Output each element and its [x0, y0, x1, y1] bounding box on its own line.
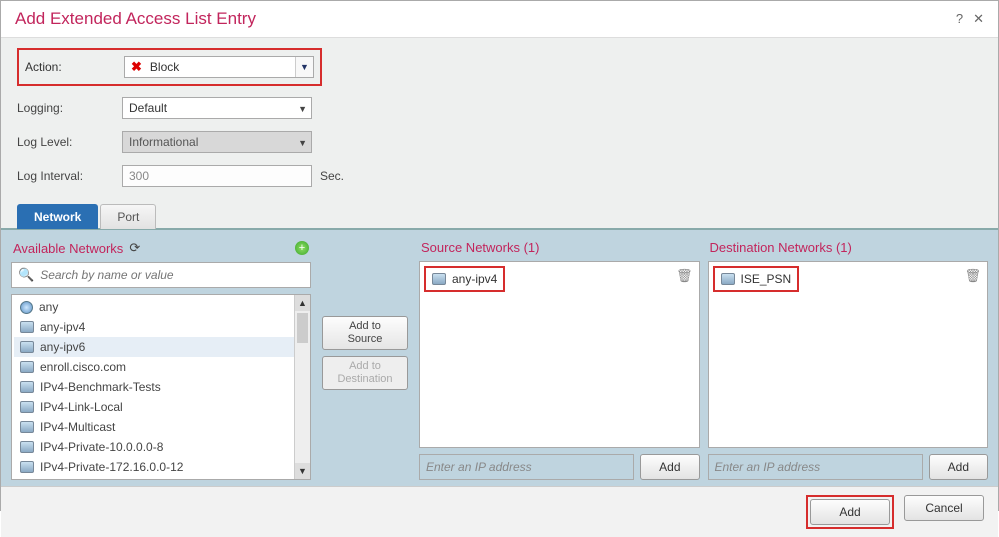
add-button[interactable]: Add [810, 499, 890, 525]
footer: Add Cancel [1, 486, 998, 537]
destination-add-ip-button[interactable]: Add [929, 454, 988, 480]
scroll-down-icon[interactable]: ▼ [295, 463, 310, 479]
dialog: Add Extended Access List Entry ? ✕ Actio… [0, 0, 999, 511]
block-x-icon: ✖ [131, 59, 142, 75]
source-item[interactable]: any-ipv4 [424, 266, 505, 292]
action-value: Block [150, 60, 179, 74]
destination-ip-input[interactable]: Enter an IP address [708, 454, 923, 480]
form-area: Action: ✖ Block ▼ Logging: Default ▼ Log… [1, 38, 998, 204]
source-panel: Source Networks (1) any-ipv4 🗑 Enter an … [419, 236, 700, 480]
close-icon[interactable]: ✕ [973, 11, 984, 27]
globe-icon [20, 301, 33, 314]
loginterval-label: Log Interval: [17, 169, 122, 183]
chevron-down-icon: ▼ [298, 138, 307, 148]
content-area: Available Networks ⟳ + 🔍 any any-ipv4 an… [1, 229, 998, 486]
chevron-down-icon: ▼ [295, 57, 313, 77]
dialog-title: Add Extended Access List Entry [15, 9, 256, 29]
available-header: Available Networks [13, 241, 123, 256]
tab-port[interactable]: Port [100, 204, 156, 229]
list-item[interactable]: any-ipv6 [14, 337, 308, 357]
destination-list: ISE_PSN 🗑 [708, 261, 989, 448]
transfer-buttons: Add to Source Add to Destination [319, 236, 411, 480]
source-add-ip-button[interactable]: Add [640, 454, 699, 480]
chevron-down-icon: ▼ [298, 104, 307, 114]
source-list: any-ipv4 🗑 [419, 261, 700, 448]
delete-icon[interactable]: 🗑 [964, 268, 981, 284]
network-icon [20, 341, 34, 353]
available-panel: Available Networks ⟳ + 🔍 any any-ipv4 an… [11, 236, 311, 480]
loginterval-value: 300 [129, 169, 149, 183]
delete-icon[interactable]: 🗑 [676, 268, 693, 284]
list-item[interactable]: IPv4-Multicast [14, 417, 308, 437]
logging-value: Default [129, 101, 167, 115]
logging-select[interactable]: Default ▼ [122, 97, 312, 119]
source-header: Source Networks (1) [421, 240, 539, 255]
destination-header: Destination Networks (1) [710, 240, 852, 255]
source-ip-input[interactable]: Enter an IP address [419, 454, 634, 480]
network-icon [20, 401, 34, 413]
network-icon [432, 273, 446, 285]
destination-panel: Destination Networks (1) ISE_PSN 🗑 Enter… [708, 236, 989, 480]
network-icon [20, 461, 34, 473]
loginterval-input: 300 [122, 165, 312, 187]
refresh-icon[interactable]: ⟳ [129, 240, 140, 256]
network-icon [20, 441, 34, 453]
list-item[interactable]: enroll.cisco.com [14, 357, 308, 377]
network-icon [20, 381, 34, 393]
logging-label: Logging: [17, 101, 122, 115]
list-item[interactable]: IPv4-Private-10.0.0.0-8 [14, 437, 308, 457]
scrollbar[interactable]: ▲ ▼ [294, 295, 310, 479]
add-to-source-button[interactable]: Add to Source [322, 316, 408, 350]
search-box[interactable]: 🔍 [11, 262, 311, 288]
network-icon [20, 361, 34, 373]
destination-item[interactable]: ISE_PSN [713, 266, 800, 292]
tab-network[interactable]: Network [17, 204, 98, 229]
tab-bar: Network Port [1, 204, 998, 229]
loglevel-value: Informational [129, 135, 198, 149]
search-input[interactable] [40, 268, 304, 282]
search-icon: 🔍 [18, 267, 34, 283]
list-item[interactable]: IPv4-Benchmark-Tests [14, 377, 308, 397]
list-item[interactable]: IPv4-Link-Local [14, 397, 308, 417]
list-item[interactable]: IPv4-Private-172.16.0.0-12 [14, 457, 308, 477]
list-item[interactable]: any [14, 297, 308, 317]
title-bar: Add Extended Access List Entry ? ✕ [1, 1, 998, 38]
loglevel-select: Informational ▼ [122, 131, 312, 153]
scroll-thumb[interactable] [297, 313, 308, 343]
action-combo[interactable]: ✖ Block ▼ [124, 56, 314, 78]
network-icon [20, 421, 34, 433]
help-icon[interactable]: ? [956, 11, 963, 27]
network-icon [721, 273, 735, 285]
action-label: Action: [25, 60, 124, 74]
list-item[interactable]: any-ipv4 [14, 317, 308, 337]
scroll-up-icon[interactable]: ▲ [295, 295, 310, 311]
available-listbox[interactable]: any any-ipv4 any-ipv6 enroll.cisco.com I… [11, 294, 311, 480]
loginterval-unit: Sec. [320, 169, 344, 183]
add-network-icon[interactable]: + [295, 241, 309, 255]
loglevel-label: Log Level: [17, 135, 122, 149]
add-to-destination-button: Add to Destination [322, 356, 408, 390]
network-icon [20, 321, 34, 333]
cancel-button[interactable]: Cancel [904, 495, 984, 521]
